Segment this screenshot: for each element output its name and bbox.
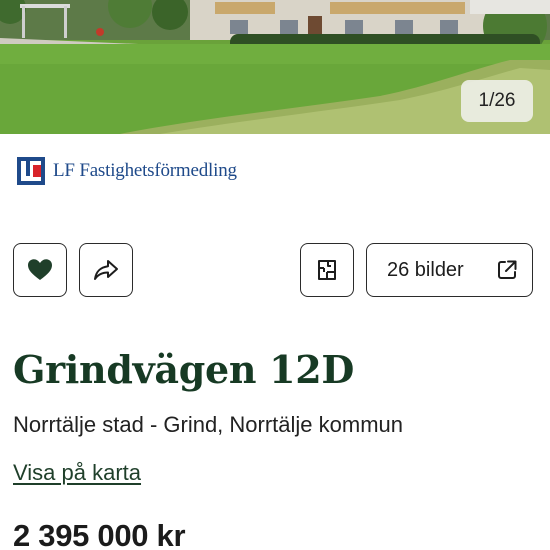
listing-photo[interactable]: 1/26 <box>0 0 550 134</box>
share-button[interactable] <box>79 243 133 297</box>
listing-price: 2 395 000 kr <box>13 518 186 550</box>
favorite-button[interactable] <box>13 243 67 297</box>
floorplan-button[interactable] <box>300 243 354 297</box>
listing-location: Norrtälje stad - Grind, Norrtälje kommun <box>13 412 404 437</box>
lf-logo-icon <box>17 157 45 185</box>
all-images-button[interactable]: 26 bilder <box>366 243 533 297</box>
images-count-label: 26 bilder <box>387 258 464 281</box>
floorplan-icon <box>318 260 336 280</box>
listing-title: Grindvägen 12D <box>13 347 355 392</box>
agency-name: LF Fastighetsförmedling <box>53 160 237 181</box>
agency-logo[interactable]: LF Fastighetsförmedling <box>17 156 237 186</box>
external-link-icon <box>498 260 517 279</box>
share-arrow-icon <box>94 260 118 280</box>
listing-page: 1/26 LF Fastighetsförmedling 26 bilder G… <box>0 0 550 550</box>
heart-icon <box>28 259 52 280</box>
show-on-map-link[interactable]: Visa på karta <box>13 458 141 488</box>
photo-counter: 1/26 <box>461 80 533 122</box>
